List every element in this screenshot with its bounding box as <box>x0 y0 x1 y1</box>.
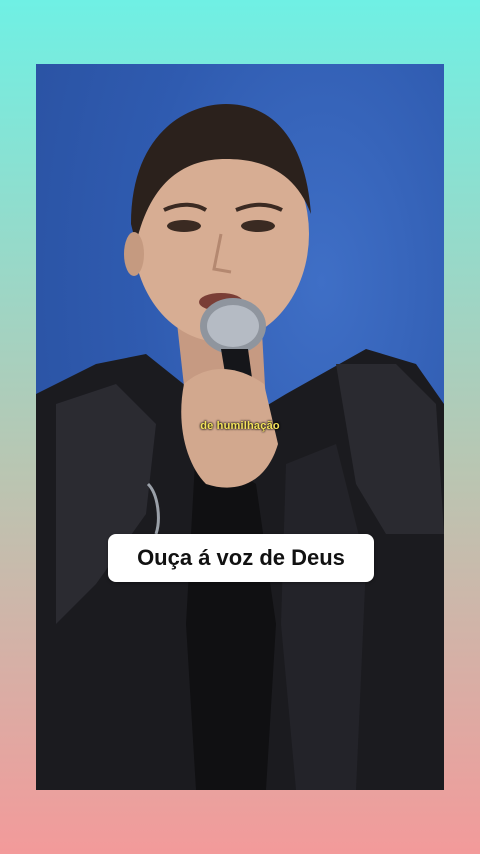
song-subtitle: de humilhação <box>200 420 280 432</box>
caption-label: Ouça á voz de Deus <box>108 534 374 582</box>
video-player[interactable]: de humilhação <box>36 64 444 790</box>
